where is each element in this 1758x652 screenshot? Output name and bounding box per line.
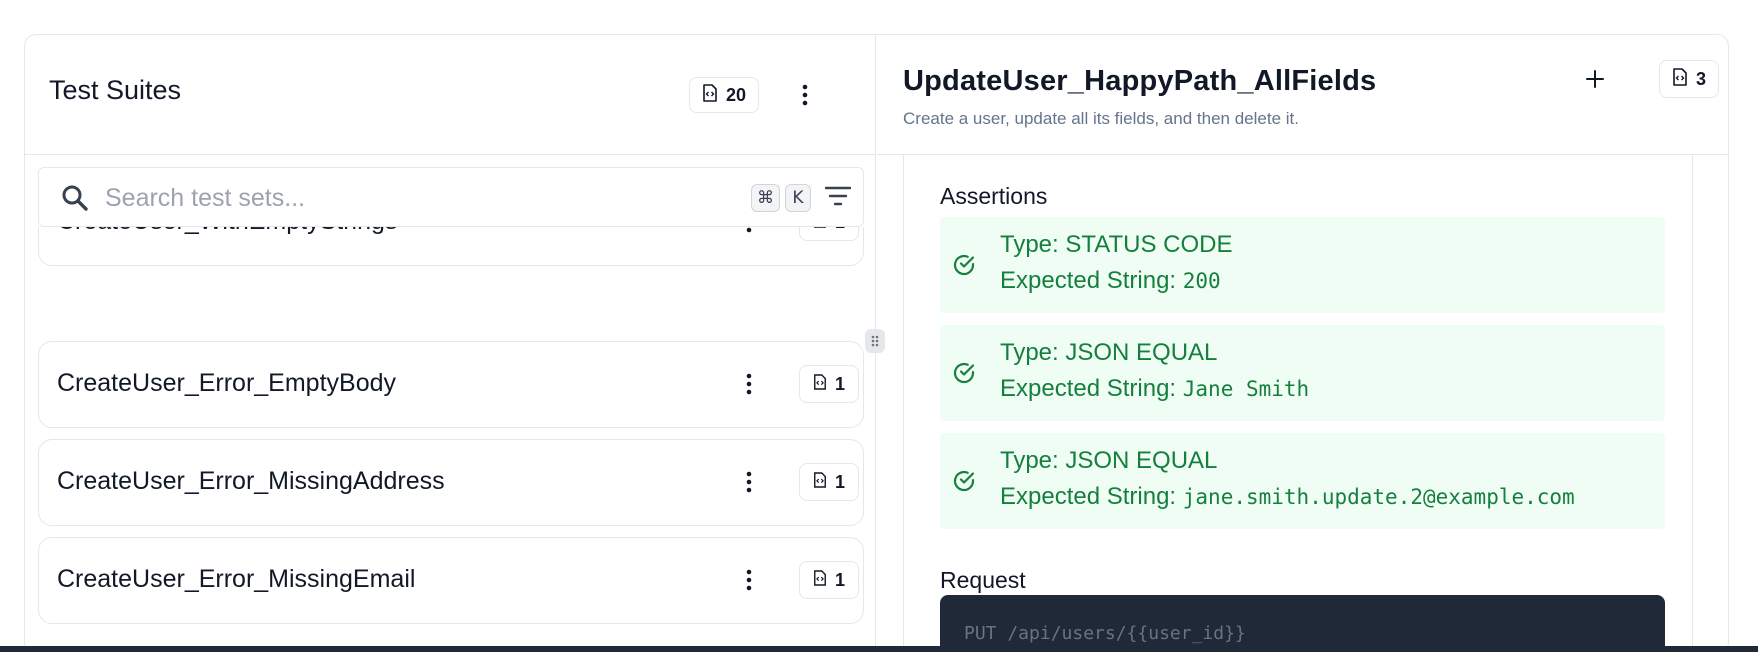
detail-content: Assertions Type: STATUS CODE Expected St… [903,155,1693,652]
kebab-icon[interactable] [791,81,819,109]
test-count: 3 [1696,68,1707,89]
assertion-expected: Expected String: Jane Smith [1000,375,1309,403]
file-code-icon [813,373,827,395]
file-code-icon [813,471,827,493]
expected-value: 200 [1182,269,1221,293]
suite-count-badge[interactable]: 20 [689,77,760,113]
list-item[interactable]: CreateUser_Error_MissingAddress 1 [38,439,864,526]
file-code-icon [702,83,718,107]
test-count: 1 [834,373,845,394]
assertions-heading: Assertions [940,183,1048,209]
expected-value: Jane Smith [1182,377,1310,401]
file-code-icon [813,227,827,233]
app-frame: Test Suites 20 CreateUser_WithEmptyStrin… [24,34,1729,652]
test-count: 1 [834,569,845,590]
test-set-title: UpdateUser_HappyPath_AllFields [903,65,1377,97]
request-heading: Request [940,567,1026,593]
test-set-description: Create a user, update all its fields, an… [903,109,1299,128]
test-suites-panel: Test Suites 20 CreateUser_WithEmptyStrin… [25,35,876,652]
drag-handle-icon[interactable] [865,329,885,353]
suite-name: CreateUser_Error_EmptyBody [57,369,397,397]
suite-name: CreateUser_WithEmptyStrings [57,227,397,236]
assertion-expected: Expected String: jane.smith.update.2@exa… [1000,483,1575,511]
kebab-icon[interactable] [735,370,763,398]
list-item[interactable]: CreateUser_Error_EmptyBody 1 [38,341,864,428]
assertion-type: Type: JSON EQUAL [1000,339,1218,366]
assertion-item: Type: STATUS CODE Expected String: 200 [940,217,1665,313]
expected-label: Expected String: [1000,375,1183,402]
check-circle-icon [952,469,976,498]
test-count-badge[interactable]: 3 [1659,60,1720,98]
check-circle-icon [952,253,976,282]
file-code-icon [1672,67,1688,91]
list-item[interactable]: CreateUser_WithEmptyStrings 1 [38,227,864,266]
filter-icon[interactable] [824,185,852,212]
search-bar: ⌘ K [38,167,864,227]
test-suite-list: CreateUser_WithEmptyStrings 1 CreateUser… [25,227,875,652]
detail-header: UpdateUser_HappyPath_AllFields Create a … [877,35,1728,155]
expected-label: Expected String: [1000,267,1183,294]
suite-name: CreateUser_Error_MissingEmail [57,565,416,593]
kebab-icon[interactable] [735,468,763,496]
search-icon [61,184,89,217]
assertion-type: Type: STATUS CODE [1000,231,1233,258]
kebab-icon[interactable] [735,566,763,594]
test-suites-header: Test Suites 20 [25,35,875,155]
test-count: 1 [835,227,845,233]
suite-count: 20 [726,84,747,105]
expected-value: jane.smith.update.2@example.com [1182,485,1575,509]
shortcut-key-cmd: ⌘ [751,184,780,212]
test-count: 1 [834,471,845,492]
assertion-type: Type: JSON EQUAL [1000,447,1218,474]
assertion-item: Type: JSON EQUAL Expected String: jane.s… [940,433,1665,529]
test-count-badge[interactable]: 1 [799,561,859,599]
kebab-icon[interactable] [735,227,763,236]
test-set-detail-panel: UpdateUser_HappyPath_AllFields Create a … [877,35,1728,652]
search-input[interactable] [105,178,705,218]
shortcut-key-k: K [785,184,811,212]
test-count-badge[interactable]: 1 [799,365,859,403]
suite-name: CreateUser_Error_MissingAddress [57,467,445,495]
request-line: PUT /api/users/{{user_id}} [964,623,1246,644]
file-code-icon [813,569,827,591]
assertion-expected: Expected String: 200 [1000,267,1221,295]
assertion-item: Type: JSON EQUAL Expected String: Jane S… [940,325,1665,421]
expected-label: Expected String: [1000,483,1183,510]
window-bottom-edge [0,646,1758,652]
plus-icon[interactable] [1579,63,1611,95]
test-count-badge[interactable]: 1 [799,227,859,241]
test-count-badge[interactable]: 1 [799,463,859,501]
list-item[interactable]: CreateUser_Error_MissingEmail 1 [38,537,864,624]
check-circle-icon [952,361,976,390]
panel-title: Test Suites [49,75,182,105]
request-code-block[interactable]: PUT /api/users/{{user_id}} [940,595,1665,652]
